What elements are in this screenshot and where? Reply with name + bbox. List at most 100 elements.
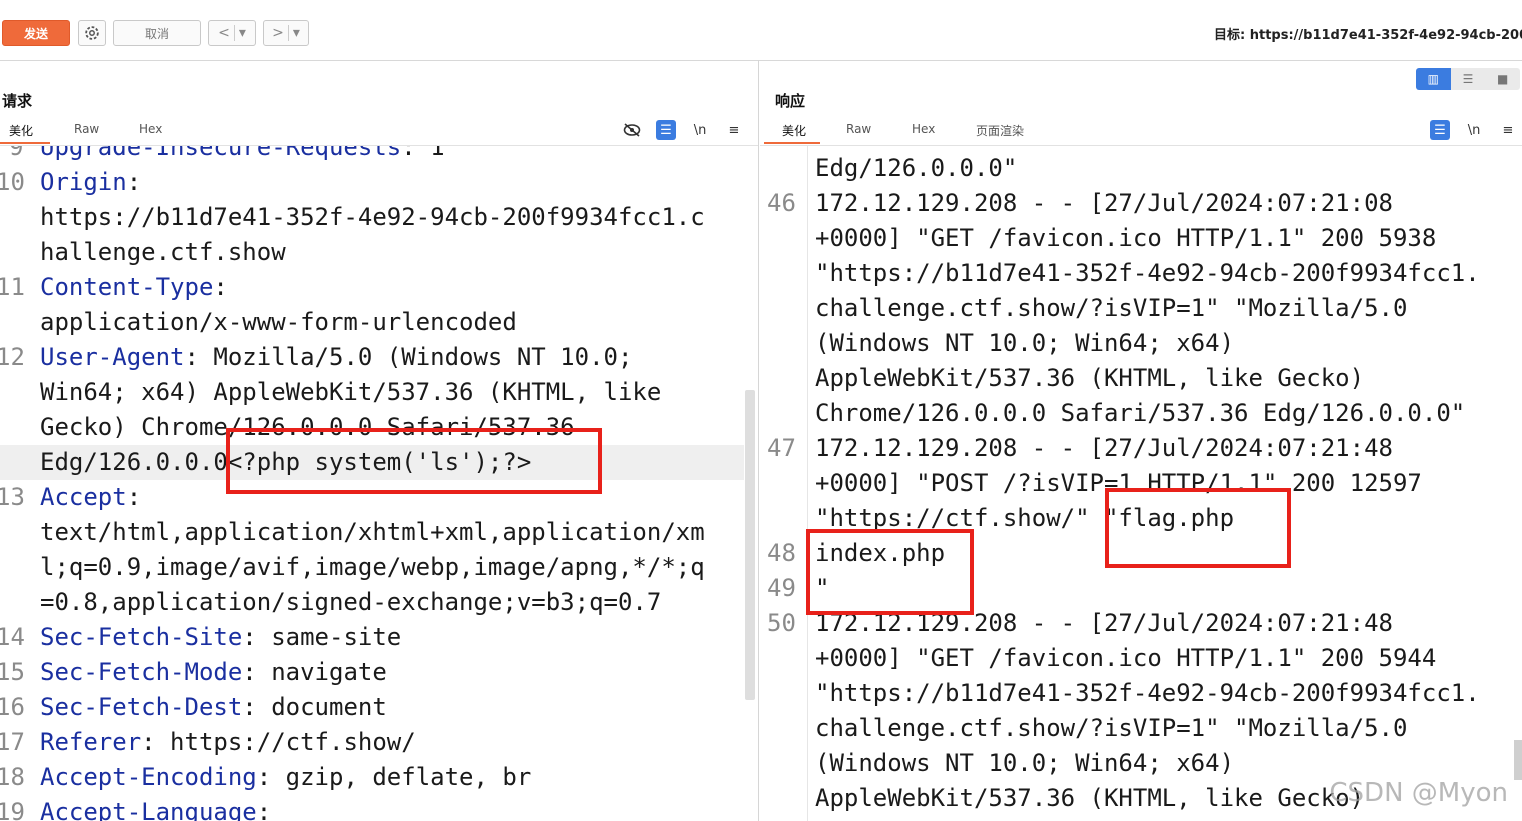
forward-button[interactable]: > ▾ bbox=[263, 20, 309, 46]
line-number: 48 bbox=[767, 539, 796, 567]
tab-pretty[interactable]: 美化 bbox=[782, 122, 806, 139]
request-line: Sec-Fetch-Dest: document bbox=[40, 690, 387, 725]
back-button[interactable]: < ▾ bbox=[208, 20, 256, 46]
forward-dropdown-icon[interactable]: ▾ bbox=[289, 25, 304, 41]
wrap-icon: ☰ bbox=[660, 122, 672, 138]
newline-toggle-button[interactable]: \n bbox=[1464, 120, 1484, 140]
request-menu-button[interactable]: ≡ bbox=[724, 120, 744, 140]
settings-button[interactable] bbox=[78, 20, 106, 46]
header-value: application/x-www-form-urlencoded bbox=[40, 308, 517, 336]
request-line: Sec-Fetch-Site: same-site bbox=[40, 620, 401, 655]
line-number: 9 bbox=[9, 146, 24, 161]
header-value: : Mozilla/5.0 (Windows NT 10.0; bbox=[184, 343, 633, 371]
request-line: text/html,application/xhtml+xml,applicat… bbox=[40, 515, 705, 550]
request-line: Referer: https://ctf.show/ bbox=[40, 725, 416, 760]
header-value: text/html,application/xhtml+xml,applicat… bbox=[40, 518, 705, 546]
response-line: (Windows NT 10.0; Win64; x64) bbox=[815, 329, 1235, 357]
gutter-divider bbox=[807, 146, 808, 821]
response-line: AppleWebKit/537.36 (KHTML, like Gecko) bbox=[815, 784, 1365, 812]
response-menu-button[interactable]: ≡ bbox=[1498, 120, 1518, 140]
response-panel: 响应 美化 Raw Hex 页面渲染 ☰ \n ≡ Edg/126.0.0.0"… bbox=[760, 60, 1522, 821]
tab-raw[interactable]: Raw bbox=[74, 122, 99, 136]
wrap-toggle-button[interactable]: ☰ bbox=[656, 120, 676, 140]
back-dropdown-icon[interactable]: ▾ bbox=[235, 25, 250, 41]
request-line: Accept: bbox=[40, 480, 141, 515]
header-name: Content-Type bbox=[40, 273, 214, 301]
line-number: 17 bbox=[0, 728, 25, 756]
request-scrollbar[interactable] bbox=[745, 390, 755, 700]
request-line: Win64; x64) AppleWebKit/537.36 (KHTML, l… bbox=[40, 375, 661, 410]
cancel-button[interactable]: 取消 bbox=[113, 20, 201, 46]
header-name: Accept-Language bbox=[40, 798, 257, 821]
tab-raw[interactable]: Raw bbox=[846, 122, 871, 136]
response-line: challenge.ctf.show/?isVIP=1" "Mozilla/5.… bbox=[815, 714, 1408, 742]
request-line: Content-Type: bbox=[40, 270, 228, 305]
header-name: Referer bbox=[40, 728, 142, 756]
wrap-icon: ☰ bbox=[1434, 122, 1446, 138]
tab-hex[interactable]: Hex bbox=[139, 122, 162, 136]
newline-toggle-button[interactable]: \n bbox=[690, 120, 710, 140]
header-value: : 1 bbox=[401, 146, 445, 161]
header-name: Sec-Fetch-Mode bbox=[40, 658, 243, 686]
tab-hex[interactable]: Hex bbox=[912, 122, 935, 136]
header-name: Accept-Encoding bbox=[40, 763, 257, 791]
response-title: 响应 bbox=[775, 92, 806, 110]
request-line: https://b11d7e41-352f-4e92-94cb-200f9934… bbox=[40, 200, 705, 235]
response-line: challenge.ctf.show/?isVIP=1" "Mozilla/5.… bbox=[815, 294, 1408, 322]
header-name: Origin bbox=[40, 168, 127, 196]
header-value: : bbox=[213, 273, 228, 301]
line-number: 47 bbox=[767, 434, 796, 462]
back-arrow-icon: < bbox=[218, 25, 230, 41]
response-editor[interactable]: Edg/126.0.0.0" 46 172.12.129.208 - - [27/J… bbox=[760, 146, 1522, 821]
header-value: : navigate bbox=[242, 658, 387, 686]
response-line: "https://b11d7e41-352f-4e92-94cb-200f993… bbox=[815, 259, 1480, 287]
tab-render[interactable]: 页面渲染 bbox=[976, 122, 1024, 139]
menu-icon: ≡ bbox=[728, 122, 740, 138]
line-number: 19 bbox=[0, 798, 25, 821]
response-line: (Windows NT 10.0; Win64; x64) bbox=[815, 749, 1235, 777]
response-tabs: 美化 Raw Hex 页面渲染 bbox=[760, 122, 1522, 144]
request-line: hallenge.ctf.show bbox=[40, 235, 286, 270]
response-line: 172.12.129.208 - - [27/Jul/2024:07:21:08 bbox=[815, 189, 1393, 217]
header-value: : bbox=[126, 168, 142, 196]
request-editor[interactable]: 9 Upgrade-Insecure-Requests: 1 10 Origin: ht… bbox=[0, 146, 744, 821]
header-name: Upgrade-Insecure-Requests bbox=[40, 146, 402, 161]
index-php-highlight-box bbox=[806, 529, 974, 615]
single-layout-icon[interactable]: ■ bbox=[1485, 68, 1520, 90]
response-line: Chrome/126.0.0.0 Safari/537.36 Edg/126.0… bbox=[815, 399, 1466, 427]
request-line: Accept-Language: bbox=[40, 795, 271, 821]
eye-slash-icon bbox=[623, 123, 641, 137]
target-url[interactable]: 目标: https://b11d7e41-352f-4e92-94cb-200f… bbox=[1214, 24, 1522, 43]
line-number: 12 bbox=[0, 343, 25, 371]
request-line: User-Agent: Mozilla/5.0 (Windows NT 10.0… bbox=[40, 340, 632, 375]
response-line: Edg/126.0.0.0" bbox=[815, 154, 1018, 182]
wrap-toggle-button[interactable]: ☰ bbox=[1430, 120, 1450, 140]
header-value: : bbox=[256, 798, 272, 821]
line-number: 11 bbox=[0, 273, 25, 301]
response-scrollbar[interactable] bbox=[1514, 740, 1522, 780]
response-line: "https://b11d7e41-352f-4e92-94cb-200f993… bbox=[815, 679, 1480, 707]
response-line: AppleWebKit/537.36 (KHTML, like Gecko) bbox=[815, 364, 1365, 392]
tab-pretty[interactable]: 美化 bbox=[9, 122, 33, 139]
header-value: : bbox=[126, 483, 142, 511]
request-tabs: 美化 Raw Hex bbox=[0, 122, 758, 144]
line-number: 14 bbox=[0, 623, 25, 651]
active-tab-indicator bbox=[0, 142, 50, 144]
line-number: 13 bbox=[0, 483, 25, 511]
response-line: +0000] "GET /favicon.ico HTTP/1.1" 200 5… bbox=[815, 644, 1437, 672]
header-value: : gzip, deflate, br bbox=[256, 763, 532, 791]
hide-nonprint-button[interactable] bbox=[622, 120, 642, 140]
side-by-side-layout-icon[interactable]: ▥ bbox=[1416, 68, 1451, 90]
layout-toggle[interactable]: ▥ ☰ ■ bbox=[1416, 68, 1520, 90]
request-line: =0.8,application/signed-exchange;v=b3;q=… bbox=[40, 585, 661, 620]
send-button[interactable]: 发送 bbox=[2, 20, 70, 46]
line-number: 16 bbox=[0, 693, 25, 721]
stacked-layout-icon[interactable]: ☰ bbox=[1450, 68, 1486, 90]
response-line: +0000] "GET /favicon.ico HTTP/1.1" 200 5… bbox=[815, 224, 1437, 252]
gear-icon bbox=[85, 26, 99, 40]
flag-php-highlight-box bbox=[1105, 488, 1291, 568]
line-number: 49 bbox=[767, 574, 796, 602]
response-line: 172.12.129.208 - - [27/Jul/2024:07:21:48 bbox=[815, 434, 1393, 462]
active-tab-indicator bbox=[764, 142, 820, 144]
request-line: Accept-Encoding: gzip, deflate, br bbox=[40, 760, 531, 795]
